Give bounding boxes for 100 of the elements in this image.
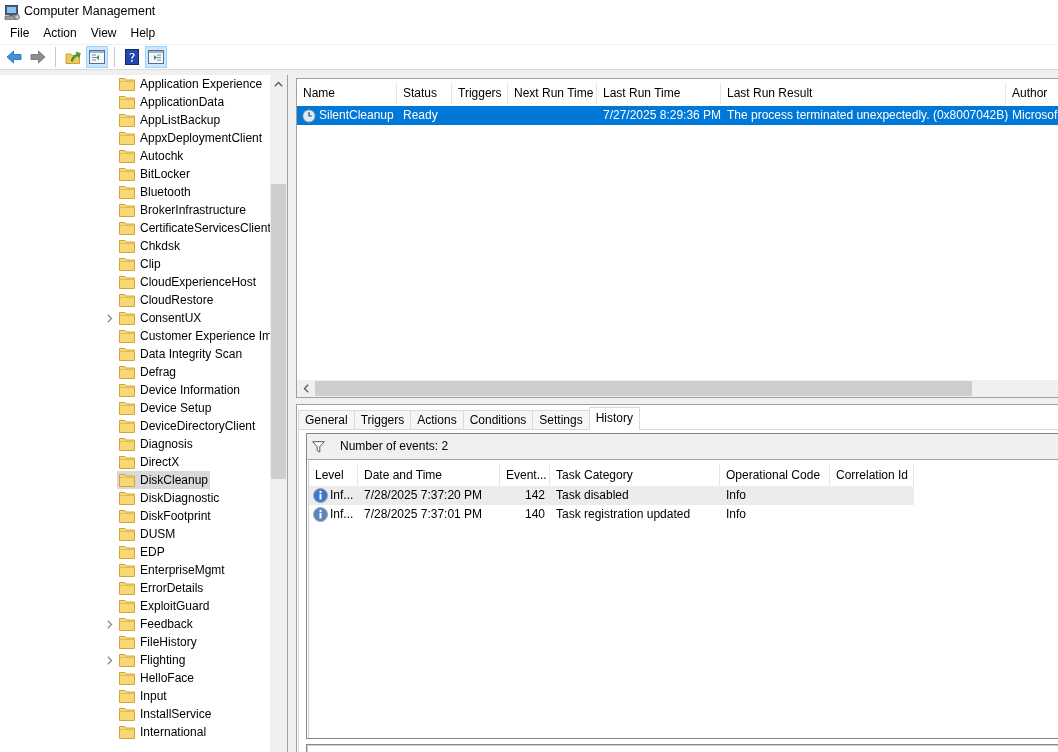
menu-item[interactable]: File [3, 24, 37, 43]
filter-icon[interactable] [312, 440, 325, 453]
horizontal-scrollbar[interactable] [297, 380, 1058, 397]
table-cell-text: 7/27/2025 8:29:36 PM [602, 107, 721, 124]
column-header[interactable]: Last Run Result [721, 83, 1006, 104]
vertical-scrollbar[interactable] [270, 75, 287, 752]
tree-item[interactable]: CertificateServicesClient [117, 219, 270, 237]
column-header[interactable]: Last Run Time [597, 83, 721, 104]
tree-item[interactable]: CloudExperienceHost [117, 273, 259, 291]
tree-item[interactable]: Data Integrity Scan [117, 345, 245, 363]
tab[interactable]: Settings [532, 410, 590, 429]
folder-icon [119, 725, 135, 739]
folder-icon [119, 473, 135, 487]
folder-icon [119, 275, 135, 289]
tree-item[interactable]: International [117, 723, 209, 741]
tree-item[interactable]: Diagnosis [117, 435, 195, 453]
folder-icon [119, 419, 135, 433]
column-header[interactable]: Status [397, 83, 452, 104]
show-hide-tree-button[interactable] [86, 46, 108, 68]
tree-item[interactable]: Feedback [117, 615, 195, 633]
table-cell-text: Info [725, 487, 747, 504]
folder-icon [119, 671, 135, 685]
chevron-icon[interactable] [106, 313, 113, 323]
tree-item[interactable]: DeviceDirectoryClient [117, 417, 258, 435]
tree-item[interactable]: Clip [117, 255, 163, 273]
column-header[interactable]: Triggers [452, 83, 508, 104]
chevron-icon[interactable] [106, 655, 113, 665]
folder-icon [119, 311, 135, 325]
tree-item[interactable]: ExploitGuard [117, 597, 212, 615]
column-header[interactable]: Name [297, 83, 397, 104]
tab[interactable]: History [588, 407, 641, 430]
folder-icon [119, 149, 135, 163]
tree-item[interactable]: ApplicationData [117, 93, 227, 111]
folder-icon [119, 347, 135, 361]
folder-icon [119, 131, 135, 145]
folder-icon [119, 329, 135, 343]
folder-icon [119, 167, 135, 181]
tree-item[interactable]: Input [117, 687, 169, 705]
tree-item[interactable]: AppListBackup [117, 111, 223, 129]
folder-icon [119, 113, 135, 127]
event-row[interactable]: Inf... 7/28/2025 7:37:20 PM 142 Task disabled Info [309, 486, 914, 505]
tree-item[interactable]: ErrorDetails [117, 579, 206, 597]
table-cell-text: Task disabled [555, 487, 630, 504]
tree-item[interactable]: Application Experience [117, 75, 265, 93]
tree-item[interactable]: DiskFootprint [117, 507, 213, 525]
table-cell-text: Inf... [330, 487, 354, 504]
tree-item[interactable]: InstallService [117, 705, 214, 723]
menu-item[interactable]: Help [123, 24, 163, 43]
menu-item[interactable]: View [83, 24, 124, 43]
show-hide-action-pane-button[interactable] [145, 46, 167, 68]
column-header[interactable]: Next Run Time [508, 83, 597, 104]
window-title: Computer Management [24, 3, 156, 20]
tab[interactable]: Actions [410, 410, 464, 429]
chevron-icon[interactable] [106, 619, 113, 629]
tab[interactable]: General [298, 410, 355, 429]
tree-item[interactable]: DUSM [117, 525, 178, 543]
folder-icon [119, 293, 135, 307]
folder-icon [119, 635, 135, 649]
tree-item[interactable]: DiskCleanup [117, 471, 211, 489]
tree-item[interactable]: Flighting [117, 651, 188, 669]
tab[interactable]: Triggers [353, 410, 412, 429]
folder-icon [119, 239, 135, 253]
scrollbar-thumb[interactable] [315, 381, 972, 396]
folder-icon [119, 77, 135, 91]
tree-item[interactable]: BitLocker [117, 165, 193, 183]
tab[interactable]: Conditions [462, 410, 534, 429]
tree-item[interactable]: EDP [117, 543, 167, 561]
tree-item[interactable]: Device Setup [117, 399, 214, 417]
tree-item[interactable]: Autochk [117, 147, 186, 165]
folder-icon [119, 203, 135, 217]
folder-icon [119, 509, 135, 523]
folder-icon [119, 257, 135, 271]
panel-toggle-icon [148, 49, 164, 65]
task-row[interactable]: SilentCleanup Ready 7/27/2025 8:29:36 PM The process terminated unexpectedly. (0x8007042B) Microsof [297, 106, 1058, 125]
event-count: Number of events: 2 [340, 439, 449, 454]
table-cell-text: The process terminated unexpectedly. (0x8007042B) [726, 107, 1006, 124]
folder-icon [119, 95, 135, 109]
tree-item[interactable]: CloudRestore [117, 291, 216, 309]
tree-item[interactable]: ConsentUX [117, 309, 204, 327]
scrollbar-thumb[interactable] [271, 184, 286, 479]
column-header[interactable]: Author [1006, 83, 1058, 104]
folder-icon [119, 545, 135, 559]
tree-item[interactable]: Bluetooth [117, 183, 193, 201]
tree-item[interactable]: Device Information [117, 381, 243, 399]
folder-icon [119, 563, 135, 577]
tree-item[interactable]: Defrag [117, 363, 179, 381]
folder-icon [119, 689, 135, 703]
tree-item[interactable]: DiskDiagnostic [117, 489, 222, 507]
info-icon [313, 507, 328, 522]
tree-item[interactable]: EnterpriseMgmt [117, 561, 227, 579]
tree-item[interactable]: FileHistory [117, 633, 199, 651]
table-cell-text: 140 [523, 506, 546, 523]
tree-item[interactable]: Chkdsk [117, 237, 182, 255]
event-row[interactable]: Inf... 7/28/2025 7:37:01 PM 140 Task registration updated Info [309, 505, 914, 524]
menu-item[interactable]: Action [36, 24, 84, 43]
tree-item[interactable]: HelloFace [117, 669, 197, 687]
tree-item[interactable]: BrokerInfrastructure [117, 201, 249, 219]
folder-icon [119, 455, 135, 469]
tree-item[interactable]: DirectX [117, 453, 182, 471]
tree-item[interactable]: AppxDeploymentClient [117, 129, 265, 147]
